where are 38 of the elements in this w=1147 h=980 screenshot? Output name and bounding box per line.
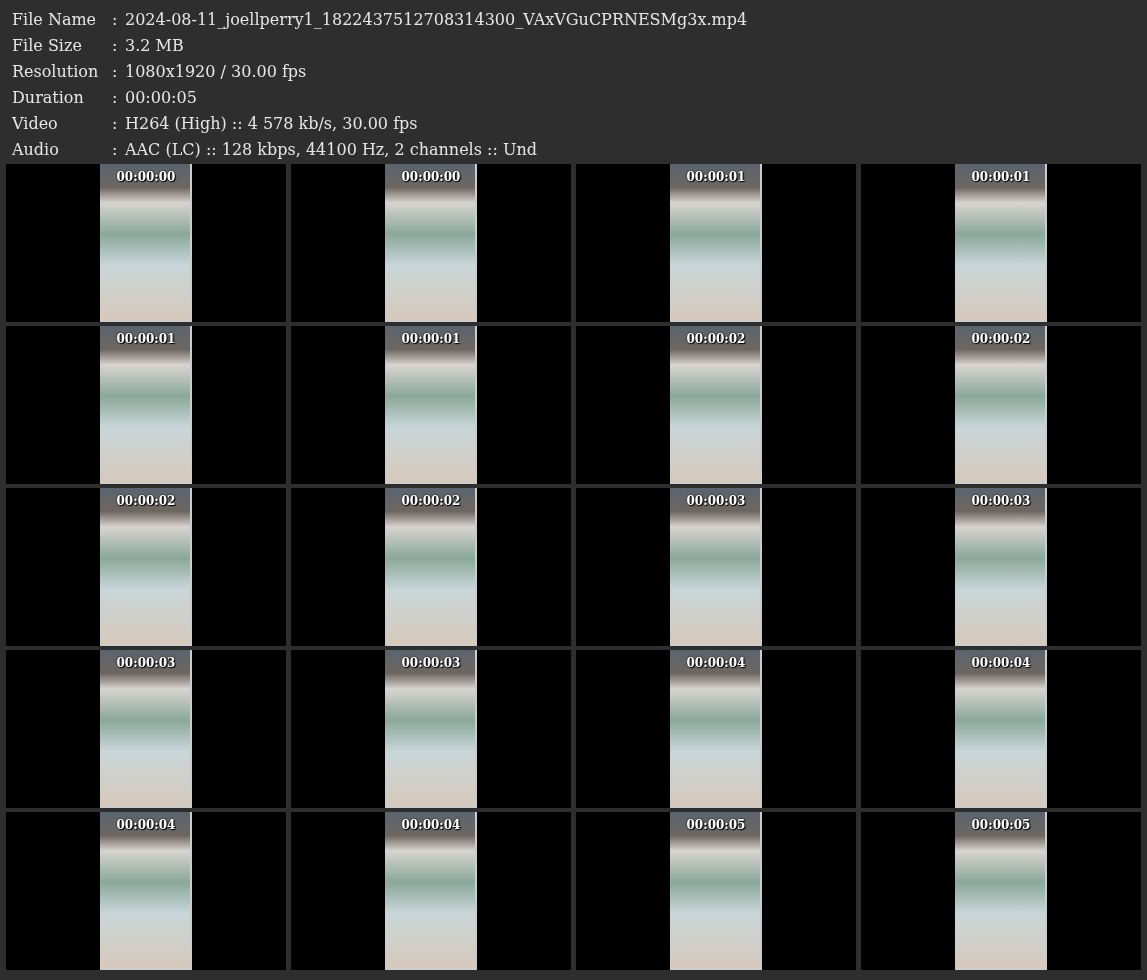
- info-separator: :: [112, 87, 119, 107]
- info-value: 3.2 MB: [125, 35, 184, 55]
- timestamp: 00:00:02: [401, 494, 461, 508]
- timestamp: 00:00:01: [116, 332, 176, 346]
- info-label: Audio: [12, 139, 60, 159]
- timestamp: 00:00:03: [116, 656, 176, 670]
- timestamp: 00:00:05: [686, 818, 746, 832]
- timestamp: 00:00:02: [116, 494, 176, 508]
- timestamp: 00:00:04: [686, 656, 746, 670]
- timestamp: 00:00:01: [971, 170, 1031, 184]
- info-value: H264 (High) :: 4 578 kb/s, 30.00 fps: [125, 113, 418, 133]
- info-value: 2024-08-11_joellperry1_1822437512708314300_VAxVGuCPRNESMg3x.mp4: [125, 9, 748, 29]
- info-separator: :: [112, 113, 119, 133]
- info-label: Duration: [12, 87, 85, 107]
- timestamp: 00:00:04: [116, 818, 176, 832]
- info-value: AAC (LC) :: 128 kbps, 44100 Hz, 2 channels :: Und: [125, 139, 537, 159]
- timestamp: 00:00:01: [686, 170, 746, 184]
- info-label: File Name: [12, 9, 98, 29]
- timestamp: 00:00:02: [686, 332, 746, 346]
- timestamp: 00:00:04: [971, 656, 1031, 670]
- timestamp: 00:00:00: [116, 170, 176, 184]
- timestamp: 00:00:02: [971, 332, 1031, 346]
- info-label: Video: [12, 113, 59, 133]
- timestamp: 00:00:00: [401, 170, 461, 184]
- info-label: Resolution: [12, 61, 100, 81]
- timestamp: 00:00:03: [686, 494, 746, 508]
- info-value: 1080x1920 / 30.00 fps: [125, 61, 307, 81]
- timestamp: 00:00:01: [401, 332, 461, 346]
- info-separator: :: [112, 9, 119, 29]
- timestamp: 00:00:03: [401, 656, 461, 670]
- timestamp: 00:00:03: [971, 494, 1031, 508]
- timestamp: 00:00:05: [971, 818, 1031, 832]
- timestamp: 00:00:04: [401, 818, 461, 832]
- info-separator: :: [112, 139, 119, 159]
- info-value: 00:00:05: [125, 87, 197, 107]
- info-separator: :: [112, 61, 119, 81]
- info-separator: :: [112, 35, 119, 55]
- info-label: File Size: [12, 35, 83, 55]
